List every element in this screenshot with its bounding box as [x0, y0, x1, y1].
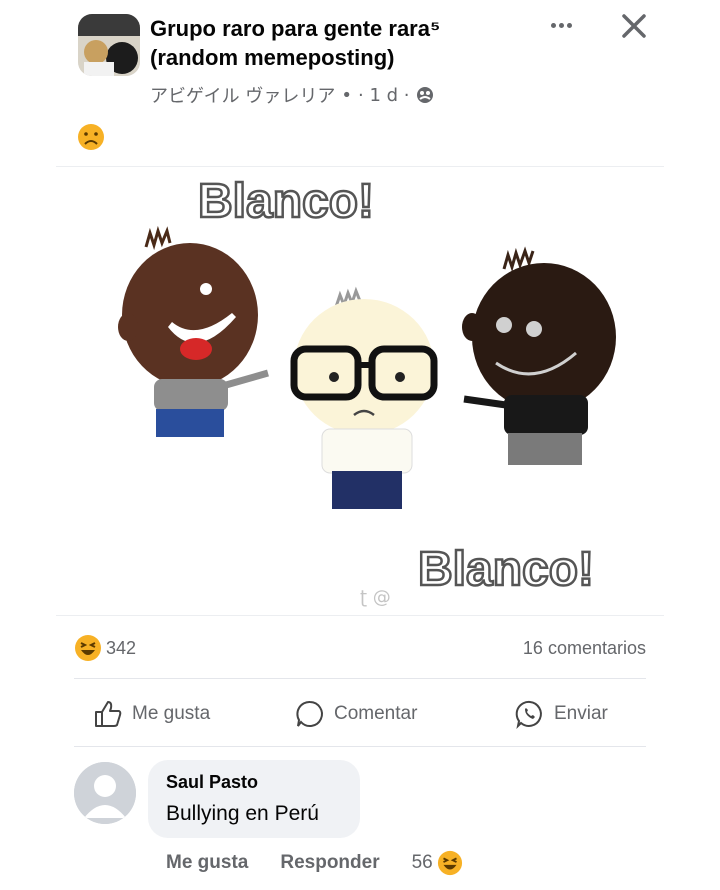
divider	[74, 746, 646, 747]
dot-icon	[558, 22, 564, 28]
group-avatar[interactable]	[78, 14, 140, 76]
comment-like-button[interactable]: Me gusta	[166, 852, 248, 874]
like-button[interactable]: Me gusta	[92, 696, 210, 732]
post-actions: Me gusta Comentar Enviar	[74, 690, 646, 740]
comment-actions: Me gusta Responder 56	[166, 850, 463, 876]
more-options-button[interactable]	[544, 10, 578, 40]
post-header: Grupo raro para gente rara⁵ (random meme…	[0, 0, 720, 120]
whatsapp-icon	[515, 700, 542, 730]
middle-character-figure	[290, 286, 438, 509]
comments-count[interactable]: 16 comentarios	[523, 638, 646, 659]
left-character-figure	[118, 225, 269, 437]
sad-face-emoji	[76, 122, 106, 152]
comment-text: Bullying en Perú	[166, 802, 319, 825]
send-button[interactable]: Enviar	[514, 696, 608, 732]
dot-icon	[566, 22, 572, 28]
author-name[interactable]: アビゲイル ヴァレリア	[150, 82, 335, 108]
right-character-figure	[462, 246, 616, 465]
watermark: ʈ @	[360, 587, 391, 608]
comment-author[interactable]: Saul Pasto	[166, 772, 258, 793]
post-image[interactable]: Blanco! Blanco! ʈ @	[56, 166, 664, 616]
comment-reaction-count[interactable]: 56	[412, 852, 433, 874]
comment-item: Saul Pasto Bullying en Perú Me gusta Res…	[0, 760, 720, 890]
default-avatar-icon	[74, 762, 136, 824]
laughing-emoji-icon[interactable]	[74, 634, 102, 662]
laughing-emoji-icon	[437, 850, 462, 876]
comment-icon	[296, 700, 323, 727]
comment-bubble: Saul Pasto Bullying en Perú	[148, 760, 360, 838]
close-icon	[622, 14, 646, 38]
divider	[74, 678, 646, 679]
comment-reply-button[interactable]: Responder	[280, 852, 379, 874]
thumbs-up-icon	[95, 701, 122, 727]
group-name[interactable]: Grupo raro para gente rara⁵ (random meme…	[150, 14, 530, 72]
post-meta: アビゲイル ヴァレリア • · 1 d ·	[150, 82, 434, 108]
send-label: Enviar	[554, 703, 608, 724]
close-button[interactable]	[616, 8, 652, 44]
reaction-count[interactable]: 342	[106, 638, 136, 659]
post-stats: 342 16 comentarios	[56, 630, 650, 666]
like-label: Me gusta	[132, 703, 211, 724]
comment-label: Comentar	[334, 703, 418, 724]
meta-separator: •	[341, 84, 352, 106]
dot-icon	[550, 22, 556, 28]
comment-button[interactable]: Comentar	[294, 696, 417, 732]
avatar[interactable]	[74, 762, 136, 824]
post-time[interactable]: · 1 d ·	[358, 85, 410, 106]
caption-top: Blanco!	[198, 175, 374, 228]
caption-bottom: Blanco!	[418, 543, 594, 596]
members-icon	[416, 86, 434, 104]
